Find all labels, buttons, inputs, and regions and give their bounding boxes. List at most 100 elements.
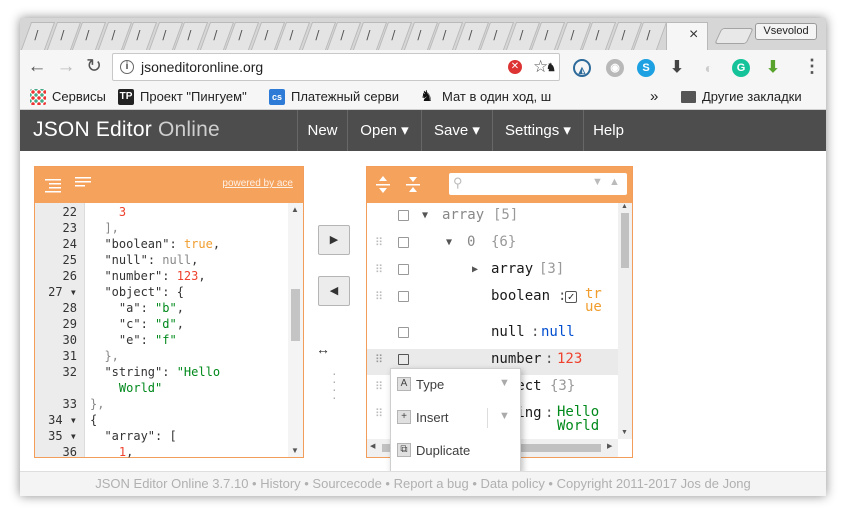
tree-value[interactable]: Hello World (557, 405, 607, 433)
tree-meta: [5] (493, 207, 519, 223)
context-menu-insert[interactable]: + Insert ▼ (391, 402, 520, 434)
bookmark-payment[interactable]: cs Платежный серви (269, 88, 399, 106)
expand-all-icon[interactable] (375, 176, 391, 194)
bookmarks-overflow-icon[interactable]: » (650, 88, 658, 106)
context-menu-icon[interactable] (398, 237, 409, 248)
extension-circle-icon[interactable]: ◉ (606, 59, 624, 77)
search-input[interactable]: ⚲ ▼ ▲ (449, 173, 627, 195)
tab-favicon: / (416, 28, 421, 42)
skype-icon[interactable]: S (637, 59, 655, 77)
line-number: 31 (62, 349, 77, 363)
drag-handle-icon[interactable]: ⠿ (375, 236, 383, 249)
tree-field[interactable]: boolean (491, 288, 550, 304)
tree-value[interactable]: 123 (557, 351, 582, 367)
close-tab-icon[interactable]: × (689, 26, 698, 44)
context-menu-icon[interactable] (398, 291, 409, 302)
bookmark-chess[interactable]: ♞ Мат в один ход, ш (420, 88, 551, 106)
code-editor-scrollbar[interactable]: ▲ ▼ (288, 203, 303, 457)
app-logo[interactable]: JSON Editor Online (33, 118, 220, 142)
resize-cursor-icon[interactable]: ↔ (316, 341, 330, 357)
info-icon[interactable]: i (120, 60, 134, 74)
bookmark-services[interactable]: Сервисы (30, 88, 106, 106)
search-previous-icon[interactable]: ▲ (609, 176, 620, 188)
scroll-down-icon[interactable]: ▼ (291, 446, 299, 455)
scroll-up-icon[interactable]: ▲ (291, 205, 299, 214)
tree-row[interactable]: ⠿ ▶ array [3] (367, 259, 618, 285)
collapse-arrow-icon[interactable]: ▼ (422, 210, 428, 221)
tree-row[interactable]: ⠿ boolean : ✓ true (367, 286, 618, 322)
back-arrow-icon[interactable]: ← (26, 56, 48, 78)
bookmark-other[interactable]: Другие закладки (681, 88, 802, 106)
context-menu-type[interactable]: A Type ▼ (391, 369, 520, 401)
tree-scrollbar[interactable]: ▲ ▼ (618, 203, 632, 439)
profile-badge[interactable]: Vsevolod (755, 23, 817, 40)
tree-value[interactable]: true (585, 287, 609, 314)
expand-arrow-icon[interactable]: ▶ (472, 264, 478, 275)
forward-arrow-icon[interactable]: → (55, 56, 77, 78)
drag-handle-icon[interactable]: ⠿ (375, 353, 383, 366)
tree-value[interactable]: null (541, 324, 575, 340)
download-icon[interactable]: ⬇ (668, 59, 686, 77)
context-menu-icon[interactable] (398, 327, 409, 338)
tree-row[interactable]: null : null (367, 322, 618, 348)
menu-new[interactable]: New (297, 110, 347, 151)
tree-field[interactable]: array (491, 261, 533, 277)
copy-to-right-button[interactable]: ▶ (318, 225, 350, 255)
drag-handle-icon[interactable]: ⠿ (375, 263, 383, 276)
browser-menu-icon[interactable]: ⋮ (803, 56, 821, 77)
chevron-down-icon[interactable]: ▼ (499, 410, 510, 422)
grammarly-icon[interactable]: G (732, 59, 750, 77)
menu-settings[interactable]: Settings ▾ (492, 110, 583, 151)
url-text[interactable]: jsoneditoronline.org (141, 59, 263, 75)
collapse-all-icon[interactable] (405, 176, 421, 194)
line-number: 32 (62, 365, 77, 379)
scroll-down-icon[interactable]: ▼ (621, 429, 628, 436)
splitter-handle-icon[interactable]: · · · · (332, 366, 338, 404)
extension-leaf-icon[interactable]: ◐ (700, 59, 718, 77)
tree-row[interactable]: ▼ array [5] (367, 205, 618, 231)
context-menu-icon[interactable] (398, 210, 409, 221)
extension-horse-icon[interactable]: ♞ (542, 59, 560, 77)
tree-field[interactable]: null (491, 324, 525, 340)
context-menu-icon[interactable] (398, 264, 409, 275)
drag-handle-icon[interactable]: ⠿ (375, 407, 383, 420)
powered-by-ace-link[interactable]: powered by ace (222, 178, 293, 189)
line-number: 24 (62, 237, 77, 251)
scroll-up-icon[interactable]: ▲ (621, 203, 628, 210)
search-next-icon[interactable]: ▼ (592, 176, 603, 188)
context-menu-icon[interactable] (398, 354, 409, 365)
menu-save[interactable]: Save ▾ (421, 110, 492, 151)
scrollbar-thumb[interactable] (291, 289, 300, 341)
checkbox-checked-icon[interactable]: ✓ (565, 291, 577, 303)
collapse-arrow-icon[interactable]: ▼ (446, 237, 452, 248)
menu-help[interactable]: Help (583, 110, 633, 151)
compact-json-icon[interactable] (74, 175, 92, 189)
tab-favicon: / (314, 28, 319, 42)
code-editor-panel: powered by ace 22 23 24 25 26 27 ▾ 28 29 30 31 32 3… (34, 166, 304, 459)
extension-a-icon[interactable]: ◭ (573, 59, 591, 77)
new-tab-button[interactable] (714, 28, 754, 44)
page-footer[interactable]: JSON Editor Online 3.7.10 • History • So… (20, 471, 826, 496)
scroll-right-icon[interactable]: ▶ (607, 442, 612, 450)
scrollbar-thumb[interactable] (621, 213, 629, 268)
tree-field[interactable]: 0 (467, 234, 475, 250)
tree-field[interactable]: array (442, 207, 484, 223)
tree-field[interactable]: number (491, 351, 542, 367)
reload-icon[interactable]: ↻ (83, 56, 105, 78)
apps-grid-icon (30, 88, 46, 105)
copy-to-left-button[interactable]: ◀ (318, 276, 350, 306)
tree-row[interactable]: ⠿ ▼ 0 {6} (367, 232, 618, 258)
download-green-icon[interactable]: ⬇ (764, 59, 782, 77)
scroll-left-icon[interactable]: ◀ (370, 442, 375, 450)
tab-favicon: / (467, 28, 472, 42)
active-tab[interactable]: × (666, 22, 708, 50)
context-menu-duplicate[interactable]: ⧉ Duplicate (391, 435, 520, 467)
bookmark-pinguem[interactable]: TP Проект "Пингуем" (118, 88, 247, 106)
blocked-content-icon[interactable]: ✕ (508, 60, 522, 74)
menu-open[interactable]: Open ▾ (347, 110, 421, 151)
address-bar[interactable]: i jsoneditoronline.org ✕ ☆ (112, 53, 560, 81)
drag-handle-icon[interactable]: ⠿ (375, 380, 383, 393)
drag-handle-icon[interactable]: ⠿ (375, 290, 383, 303)
format-json-icon[interactable] (44, 177, 62, 193)
chevron-down-icon[interactable]: ▼ (499, 377, 510, 389)
